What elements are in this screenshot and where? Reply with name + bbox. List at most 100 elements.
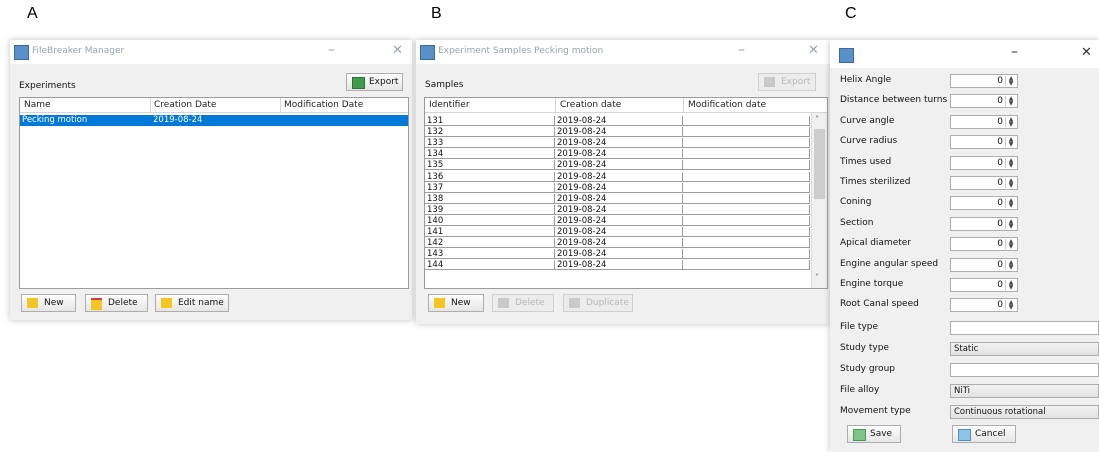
spinner-arrows-icon[interactable]: ▲ ▼ <box>1005 280 1016 291</box>
edit-icon <box>161 298 172 308</box>
column-header-name[interactable]: Name <box>24 100 51 110</box>
new-icon <box>27 298 38 308</box>
numeric-field-label: Distance between turns <box>840 95 948 106</box>
table-row[interactable]: 139 2019-08-24 <box>425 204 810 215</box>
new-button[interactable]: New <box>428 294 484 312</box>
numeric-spinner[interactable]: 0 ▲ ▼ <box>950 257 1018 272</box>
close-icon[interactable]: ✕ <box>392 43 403 58</box>
spinner-value: 0 <box>997 76 1003 86</box>
study-type-select[interactable]: Static <box>950 342 1099 356</box>
numeric-spinner[interactable]: 0 ▲ ▼ <box>950 176 1018 190</box>
delete-button[interactable]: Delete <box>492 294 554 312</box>
spinner-arrows-icon[interactable]: ▲ ▼ <box>1005 239 1016 250</box>
title-bar: Experiment Samples Pecking motion – ✕ <box>416 40 830 64</box>
file-type-field[interactable] <box>950 321 1099 335</box>
table-cell: 144 <box>425 260 555 271</box>
table-cell <box>683 238 810 249</box>
table-row[interactable]: 133 2019-08-24 <box>425 138 810 149</box>
table-cell: 136 <box>425 171 555 182</box>
table-row[interactable]: 137 2019-08-24 <box>425 182 810 193</box>
spinner-arrows-icon[interactable]: ▲ ▼ <box>1005 137 1016 148</box>
table-row[interactable]: 135 2019-08-24 <box>425 160 810 171</box>
numeric-field-label: Section <box>840 217 874 228</box>
file-alloy-select[interactable]: NiTi <box>950 384 1099 398</box>
spinner-arrows-icon[interactable]: ▲ ▼ <box>1005 96 1016 107</box>
spinner-arrows-icon[interactable]: ▲ ▼ <box>1005 259 1016 270</box>
scroll-down-icon[interactable]: ˅ <box>815 273 819 282</box>
spinner-arrows-icon[interactable]: ▲ ▼ <box>1005 178 1016 189</box>
table-cell: 2019-08-24 <box>555 160 683 171</box>
column-header-modification-date[interactable]: Modification Date <box>284 100 363 110</box>
table-cell <box>683 227 810 237</box>
numeric-spinner[interactable]: 0 ▲ ▼ <box>950 278 1018 292</box>
movement-type-label: Movement type <box>840 406 911 416</box>
file-alloy-label: File alloy <box>840 385 880 395</box>
numeric-spinner[interactable]: 0 ▲ ▼ <box>950 196 1018 211</box>
minimize-icon[interactable]: – <box>738 42 745 58</box>
spinner-value: 0 <box>997 157 1003 168</box>
numeric-spinner[interactable]: 0 ▲ ▼ <box>950 216 1018 231</box>
spinner-arrows-icon[interactable]: ▲ ▼ <box>1005 76 1016 87</box>
table-row[interactable]: 140 2019-08-24 <box>425 215 810 226</box>
table-row[interactable]: 144 2019-08-24 <box>425 260 810 271</box>
new-button[interactable]: New <box>21 294 76 312</box>
delete-button[interactable]: Delete <box>85 294 148 312</box>
study-group-field[interactable] <box>950 363 1099 377</box>
table-row[interactable]: 132 2019-08-24 <box>425 127 810 138</box>
spinner-value: 0 <box>997 96 1003 107</box>
table-row[interactable]: 136 2019-08-24 <box>425 171 810 182</box>
experiments-table: Name Creation Date Modification Date Pec… <box>19 97 409 289</box>
spinner-arrows-icon[interactable]: ▲ ▼ <box>1005 157 1016 168</box>
numeric-spinner[interactable]: 0 ▲ ▼ <box>950 74 1018 88</box>
table-row[interactable]: 142 2019-08-24 <box>425 238 810 249</box>
table-row[interactable]: 141 2019-08-24 <box>425 227 810 237</box>
table-row[interactable]: Pecking motion 2019-08-24 <box>20 115 408 126</box>
column-header-creation-date[interactable]: Creation Date <box>154 100 216 110</box>
save-button[interactable]: Save <box>847 425 901 443</box>
spinner-value: 0 <box>997 218 1003 229</box>
vertical-scrollbar[interactable]: ˄ ˅ <box>811 113 827 288</box>
numeric-spinner[interactable]: 0 ▲ ▼ <box>950 94 1018 109</box>
table-row[interactable]: 143 2019-08-24 <box>425 249 810 260</box>
study-type-label: Study type <box>840 343 889 353</box>
table-row[interactable]: 138 2019-08-24 <box>425 193 810 204</box>
app-icon <box>420 45 435 60</box>
numeric-spinner[interactable]: 0 ▲ ▼ <box>950 298 1018 313</box>
samples-table-body: 131 2019-08-24 132 2019-08-24 133 2019-08-24 1… <box>425 116 810 288</box>
numeric-spinner[interactable]: 0 ▲ ▼ <box>950 155 1018 170</box>
column-header-identifier[interactable]: Identifier <box>429 100 470 110</box>
numeric-spinner[interactable]: 0 ▲ ▼ <box>950 237 1018 252</box>
duplicate-button[interactable]: Duplicate <box>563 294 633 312</box>
table-header: Name Creation Date Modification Date <box>20 98 408 113</box>
study-group-label: Study group <box>840 364 895 374</box>
numeric-spinner[interactable]: 0 ▲ ▼ <box>950 135 1018 150</box>
numeric-spinner[interactable]: 0 ▲ ▼ <box>950 114 1018 129</box>
spinner-arrows-icon[interactable]: ▲ ▼ <box>1005 218 1016 229</box>
edit-name-button[interactable]: Edit name <box>155 294 229 312</box>
export-button[interactable]: Export <box>758 73 816 91</box>
column-header-modification-date[interactable]: Modification date <box>688 100 766 110</box>
spinner-arrows-icon[interactable]: ▲ ▼ <box>1005 198 1016 209</box>
numeric-field-label: Times sterilized <box>840 177 911 187</box>
minimize-icon[interactable]: – <box>328 42 335 58</box>
export-button[interactable]: Export <box>346 73 403 91</box>
numeric-fields: Helix Angle 0 ▲ ▼ Distance between turns 0 ▲ ▼ C… <box>830 40 1099 330</box>
delete-icon <box>498 298 509 308</box>
column-header-creation-date[interactable]: Creation date <box>560 100 621 110</box>
table-row[interactable]: 134 2019-08-24 <box>425 149 810 160</box>
table-row[interactable]: 131 2019-08-24 <box>425 116 810 126</box>
spinner-arrows-icon[interactable]: ▲ ▼ <box>1005 116 1016 127</box>
numeric-field-label: Root Canal speed <box>840 299 919 310</box>
export-icon <box>352 77 365 89</box>
scroll-up-icon[interactable]: ˄ <box>815 115 819 124</box>
table-cell: 2019-08-24 <box>555 227 683 237</box>
spinner-arrows-icon[interactable]: ▲ ▼ <box>1005 300 1016 311</box>
numeric-field-label: Engine torque <box>840 279 904 289</box>
movement-type-select[interactable]: Continuous rotational <box>950 405 1099 419</box>
delete-icon <box>91 298 102 310</box>
scrollbar-thumb[interactable] <box>814 129 825 199</box>
cancel-button[interactable]: Cancel <box>952 425 1016 443</box>
table-cell: 142 <box>425 238 555 249</box>
table-cell: 2019-08-24 <box>555 193 683 204</box>
close-icon[interactable]: ✕ <box>808 43 819 58</box>
